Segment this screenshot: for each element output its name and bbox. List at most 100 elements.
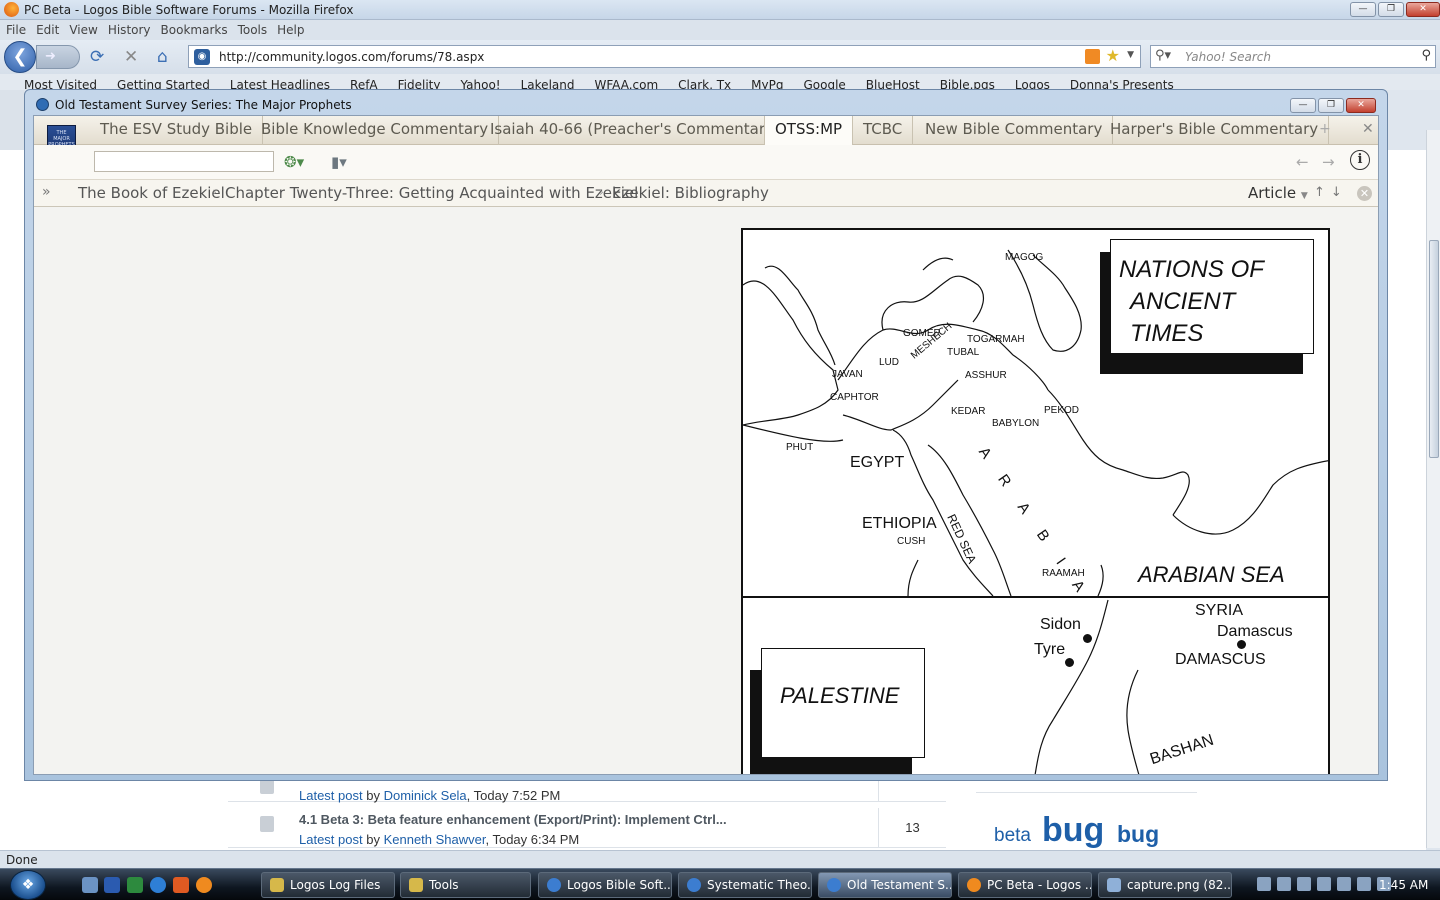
table-row[interactable]: 4.1 Beta 3: Beta feature enhancement (Ex… bbox=[228, 808, 946, 848]
author-link[interactable]: Dominick Sela bbox=[384, 788, 467, 803]
add-tab-icon[interactable]: + bbox=[1319, 121, 1331, 137]
tag-link[interactable]: bug bbox=[1042, 811, 1104, 850]
bookmark-item[interactable]: Clark, Tx bbox=[678, 74, 731, 90]
scrollbar-thumb[interactable] bbox=[1429, 240, 1439, 458]
menu-bookmarks[interactable]: Bookmarks bbox=[161, 20, 228, 37]
page-scrollbar[interactable] bbox=[1426, 130, 1440, 848]
info-icon[interactable]: i bbox=[1350, 150, 1370, 170]
breadcrumb-item[interactable]: Chapter Twenty-Three: Getting Acquainted… bbox=[225, 184, 638, 202]
clock[interactable]: 1:45 AM bbox=[1379, 878, 1428, 892]
bookmark-star-icon[interactable]: ★ bbox=[1106, 46, 1120, 65]
tag-link[interactable]: beta bbox=[994, 825, 1031, 847]
maximize-button[interactable]: ❐ bbox=[1318, 98, 1344, 113]
tray-icon[interactable] bbox=[1277, 877, 1291, 891]
thread-title[interactable]: 4.1 Beta 3: Beta feature enhancement (Ex… bbox=[299, 812, 727, 827]
back-history-icon[interactable]: ← bbox=[1296, 153, 1309, 171]
breadcrumb-item[interactable]: The Book of Ezekiel bbox=[78, 184, 225, 202]
breadcrumb-item[interactable]: Ezekiel: Bibliography bbox=[612, 184, 769, 202]
close-tab-icon[interactable]: ✕ bbox=[1362, 121, 1374, 137]
tab-otss-mp[interactable]: OTSS:MP bbox=[764, 116, 854, 146]
panel-menu-icon[interactable]: ▮▾ bbox=[331, 153, 347, 171]
start-button[interactable]: ❖ bbox=[10, 870, 46, 900]
system-tray bbox=[1257, 877, 1391, 891]
bookmark-item[interactable]: Latest Headlines bbox=[230, 74, 330, 90]
tab-esv-study-bible[interactable]: The ESV Study Bible bbox=[90, 116, 264, 145]
forward-history-icon[interactable]: → bbox=[1322, 153, 1335, 171]
tab-harpers-bible-commentary[interactable]: Harper's Bible Commentary bbox=[1100, 116, 1330, 145]
internet-explorer-icon[interactable] bbox=[150, 877, 166, 893]
close-button[interactable]: ✕ bbox=[1406, 2, 1440, 17]
latest-post-link[interactable]: Latest post bbox=[299, 832, 363, 847]
latest-post-link[interactable]: Latest post bbox=[299, 788, 363, 803]
search-go-icon[interactable]: ⚲ bbox=[1421, 48, 1431, 63]
reference-input[interactable] bbox=[94, 151, 274, 172]
author-link[interactable]: Kenneth Shawver bbox=[384, 832, 486, 847]
bookmark-item[interactable]: Fidelity bbox=[398, 74, 441, 90]
back-button[interactable]: ❮ bbox=[4, 41, 36, 73]
rss-feed-icon[interactable] bbox=[1085, 49, 1100, 64]
bookmark-item[interactable]: Yahoo! bbox=[460, 74, 500, 90]
tab-new-bible-commentary[interactable]: New Bible Commentary bbox=[915, 116, 1114, 145]
menu-history[interactable]: History bbox=[108, 20, 151, 37]
menu-edit[interactable]: Edit bbox=[36, 20, 59, 37]
url-bar[interactable]: ◉ http://community.logos.com/forums/78.a… bbox=[188, 45, 1141, 68]
view-mode-selector[interactable]: Article ▼ bbox=[1248, 184, 1308, 202]
menu-file[interactable]: File bbox=[6, 20, 26, 37]
taskbar-button-pc-beta-firefox[interactable]: PC Beta - Logos ... bbox=[958, 872, 1092, 898]
taskbar-button-systematic-theology[interactable]: Systematic Theo... bbox=[678, 872, 812, 898]
url-dropdown-icon[interactable]: ▼ bbox=[1127, 50, 1134, 60]
taskbar-button-capture-png[interactable]: capture.png (82... bbox=[1098, 872, 1232, 898]
tab-bible-knowledge-commentary[interactable]: Bible Knowledge Commentary bbox=[251, 116, 500, 145]
minimize-button[interactable]: — bbox=[1350, 2, 1376, 17]
tray-icon[interactable] bbox=[1297, 877, 1311, 891]
restore-button[interactable]: ❐ bbox=[1378, 2, 1404, 17]
stop-icon[interactable]: ✕ bbox=[124, 47, 138, 67]
post-time: , Today 7:52 PM bbox=[466, 788, 561, 803]
taskbar-button-old-testament-survey[interactable]: Old Testament S... bbox=[818, 872, 952, 898]
tab-tcbc[interactable]: TCBC bbox=[853, 116, 914, 145]
network-icon[interactable] bbox=[1317, 877, 1331, 891]
home-icon[interactable]: ⌂ bbox=[157, 47, 168, 67]
taskbar-button-tools[interactable]: Tools bbox=[400, 872, 531, 898]
bookmark-item[interactable]: WFAA.com bbox=[594, 74, 658, 90]
reload-icon[interactable]: ⟳ bbox=[90, 47, 104, 67]
tray-icon[interactable] bbox=[1337, 877, 1351, 891]
menu-help[interactable]: Help bbox=[277, 20, 304, 37]
search-engine-icon[interactable]: ⚲▾ bbox=[1155, 48, 1171, 63]
bookmark-item[interactable]: Google bbox=[803, 74, 845, 90]
search-input[interactable]: ⚲▾ Yahoo! Search ⚲ bbox=[1150, 45, 1436, 68]
menu-view[interactable]: View bbox=[69, 20, 97, 37]
forward-button[interactable]: ➜ bbox=[36, 45, 80, 69]
logos-icon bbox=[827, 878, 841, 892]
breadcrumb-expand-icon[interactable]: » bbox=[42, 184, 51, 200]
tab-isaiah-preachers-commentary[interactable]: Isaiah 40-66 (Preacher's Commentary) bbox=[480, 116, 791, 145]
minimize-button[interactable]: — bbox=[1290, 98, 1316, 113]
excel-icon[interactable] bbox=[127, 877, 143, 893]
bookmark-item[interactable]: Bible.pgs bbox=[940, 74, 995, 90]
taskbar-button-logos-log-files[interactable]: Logos Log Files bbox=[261, 872, 395, 898]
bookmark-item[interactable]: Logos bbox=[1015, 74, 1050, 90]
tag-link[interactable]: bug bbox=[1117, 821, 1159, 848]
bookmark-item[interactable]: MyPg bbox=[751, 74, 783, 90]
bookmark-item[interactable]: Getting Started bbox=[117, 74, 210, 90]
bookmark-item[interactable]: Donna's Presents bbox=[1070, 74, 1174, 90]
close-button[interactable]: ✕ bbox=[1346, 98, 1376, 113]
taskbar-button-logos-bible-software[interactable]: Logos Bible Soft... bbox=[538, 872, 672, 898]
forward-arrow-icon: ➜ bbox=[45, 49, 56, 64]
tray-icon[interactable] bbox=[1257, 877, 1271, 891]
article-nav-arrows[interactable]: ↑↓ bbox=[1314, 185, 1348, 200]
menu-tools[interactable]: Tools bbox=[238, 20, 268, 37]
bookmark-item[interactable]: Most Visited bbox=[24, 74, 97, 90]
task-label: Logos Bible Soft... bbox=[567, 878, 672, 892]
tray-icon[interactable] bbox=[1357, 877, 1371, 891]
outlook-icon[interactable] bbox=[173, 877, 189, 893]
bookmark-item[interactable]: RefA bbox=[350, 74, 378, 90]
url-text: http://community.logos.com/forums/78.asp… bbox=[219, 50, 485, 64]
firefox-icon[interactable] bbox=[196, 877, 212, 893]
visual-filters-icon[interactable]: ❂▾ bbox=[284, 153, 304, 171]
bookmark-item[interactable]: BlueHost bbox=[866, 74, 920, 90]
close-breadcrumb-icon[interactable]: ✕ bbox=[1357, 186, 1372, 201]
bookmark-item[interactable]: Lakeland bbox=[521, 74, 575, 90]
show-desktop-icon[interactable] bbox=[82, 877, 98, 893]
word-icon[interactable] bbox=[104, 877, 120, 893]
